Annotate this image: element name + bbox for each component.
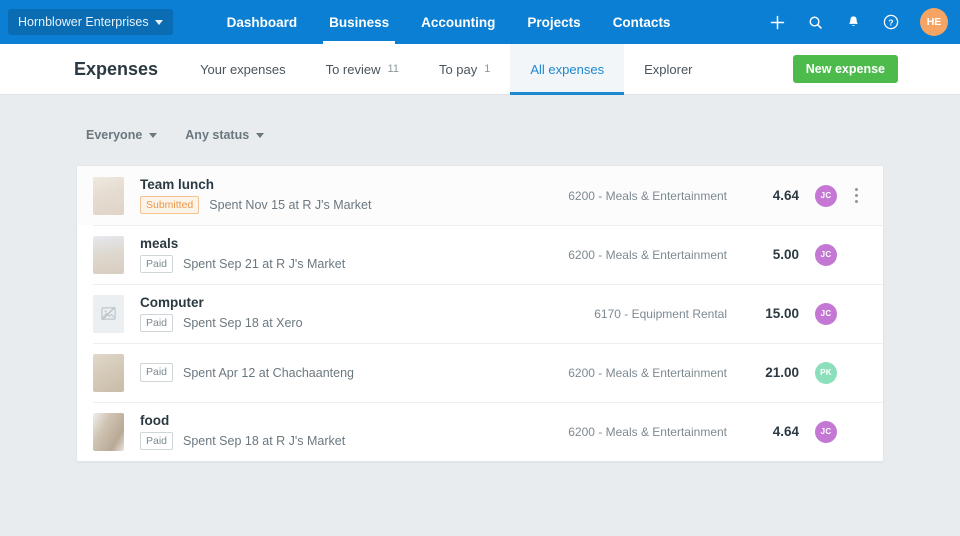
status-badge: Paid bbox=[140, 432, 173, 451]
filter-any-status[interactable]: Any status bbox=[185, 128, 264, 142]
expense-row[interactable]: meals Paid Spent Sep 21 at R J's Market 620… bbox=[77, 225, 883, 284]
chevron-down-icon bbox=[155, 20, 163, 25]
assignee-avatar[interactable]: PK bbox=[815, 362, 837, 384]
assignee-avatar[interactable]: JC bbox=[815, 244, 837, 266]
expense-account: 6200 - Meals & Entertainment bbox=[568, 248, 727, 262]
filter-bar: Everyone Any status bbox=[0, 95, 960, 151]
org-switcher[interactable]: Hornblower Enterprises bbox=[8, 9, 173, 35]
expense-subline: Submitted Spent Nov 15 at R J's Market bbox=[140, 196, 568, 215]
tab-explorer[interactable]: Explorer bbox=[624, 44, 712, 94]
top-bar-actions: ? HE bbox=[760, 5, 960, 39]
receipt-thumbnail bbox=[93, 354, 124, 392]
expense-amount: 5.00 bbox=[745, 247, 799, 262]
expense-details: food Paid Spent Sep 18 at R J's Market bbox=[140, 413, 568, 451]
expense-title: Team lunch bbox=[140, 177, 568, 193]
receipt-thumbnail bbox=[93, 177, 124, 215]
expense-details: Computer Paid Spent Sep 18 at Xero bbox=[140, 295, 594, 333]
expense-account: 6200 - Meals & Entertainment bbox=[568, 366, 727, 380]
expense-amount: 4.64 bbox=[745, 424, 799, 439]
sub-navigation-bar: Expenses Your expenses To review 11 To pay 1… bbox=[0, 44, 960, 95]
nav-item-contacts[interactable]: Contacts bbox=[597, 0, 687, 44]
search-icon[interactable] bbox=[798, 5, 832, 39]
nav-item-dashboard[interactable]: Dashboard bbox=[211, 0, 314, 44]
status-badge: Submitted bbox=[140, 196, 199, 215]
no-image-icon bbox=[93, 295, 124, 333]
expense-description: Spent Sep 18 at Xero bbox=[183, 316, 303, 330]
expense-description: Spent Apr 12 at Chachaanteng bbox=[183, 366, 354, 380]
tab-label: To pay bbox=[439, 62, 477, 77]
expense-amount: 21.00 bbox=[745, 365, 799, 380]
expense-account: 6200 - Meals & Entertainment bbox=[568, 425, 727, 439]
tab-to-pay[interactable]: To pay 1 bbox=[419, 44, 510, 94]
content-area: Everyone Any status Team lunch Submitted Sp… bbox=[0, 95, 960, 462]
avatar[interactable]: HE bbox=[920, 8, 948, 36]
expense-amount: 15.00 bbox=[745, 306, 799, 321]
expense-subline: Paid Spent Sep 21 at R J's Market bbox=[140, 255, 568, 274]
tab-label: All expenses bbox=[530, 62, 604, 77]
assignee-avatar[interactable]: JC bbox=[815, 185, 837, 207]
filter-label: Everyone bbox=[86, 128, 142, 142]
expense-details: Team lunch Submitted Spent Nov 15 at R J's… bbox=[140, 177, 568, 215]
help-icon[interactable]: ? bbox=[874, 5, 908, 39]
receipt-thumbnail bbox=[93, 236, 124, 274]
expense-tabs: Your expenses To review 11 To pay 1 All expen… bbox=[180, 44, 712, 94]
expense-details: Paid Spent Apr 12 at Chachaanteng bbox=[140, 363, 568, 382]
expense-description: Spent Sep 21 at R J's Market bbox=[183, 257, 345, 271]
tab-all-expenses[interactable]: All expenses bbox=[510, 44, 624, 94]
status-badge: Paid bbox=[140, 314, 173, 333]
expense-title: Computer bbox=[140, 295, 594, 311]
tab-label: To review bbox=[326, 62, 381, 77]
assignee-avatar[interactable]: JC bbox=[815, 421, 837, 443]
plus-icon[interactable] bbox=[760, 5, 794, 39]
expense-account: 6200 - Meals & Entertainment bbox=[568, 189, 727, 203]
chevron-down-icon bbox=[149, 133, 157, 138]
assignee-avatar[interactable]: JC bbox=[815, 303, 837, 325]
chevron-down-icon bbox=[256, 133, 264, 138]
bell-icon[interactable] bbox=[836, 5, 870, 39]
primary-nav: DashboardBusinessAccountingProjectsConta… bbox=[211, 0, 687, 44]
tab-your-expenses[interactable]: Your expenses bbox=[180, 44, 306, 94]
filter-everyone[interactable]: Everyone bbox=[86, 128, 157, 142]
nav-item-accounting[interactable]: Accounting bbox=[405, 0, 511, 44]
status-badge: Paid bbox=[140, 255, 173, 274]
filter-label: Any status bbox=[185, 128, 249, 142]
new-expense-button[interactable]: New expense bbox=[793, 55, 898, 83]
svg-text:?: ? bbox=[888, 17, 893, 27]
expense-subline: Paid Spent Apr 12 at Chachaanteng bbox=[140, 363, 568, 382]
page-title: Expenses bbox=[0, 44, 180, 94]
tab-label: Your expenses bbox=[200, 62, 286, 77]
expense-description: Spent Nov 15 at R J's Market bbox=[209, 198, 371, 212]
expense-subline: Paid Spent Sep 18 at Xero bbox=[140, 314, 594, 333]
expense-row[interactable]: Paid Spent Apr 12 at Chachaanteng 6200 - M… bbox=[77, 343, 883, 402]
tab-to-review[interactable]: To review 11 bbox=[306, 44, 419, 94]
top-navigation-bar: Hornblower Enterprises DashboardBusiness… bbox=[0, 0, 960, 44]
expense-subline: Paid Spent Sep 18 at R J's Market bbox=[140, 432, 568, 451]
expenses-list-card: Team lunch Submitted Spent Nov 15 at R J's… bbox=[76, 165, 884, 462]
nav-item-business[interactable]: Business bbox=[313, 0, 405, 44]
expense-account: 6170 - Equipment Rental bbox=[594, 307, 727, 321]
tab-label: Explorer bbox=[644, 62, 692, 77]
expense-row[interactable]: Computer Paid Spent Sep 18 at Xero 6170 - E… bbox=[77, 284, 883, 343]
receipt-thumbnail bbox=[93, 413, 124, 451]
expense-description: Spent Sep 18 at R J's Market bbox=[183, 434, 345, 448]
expense-title: food bbox=[140, 413, 568, 429]
expense-title: meals bbox=[140, 236, 568, 252]
tab-count-badge: 11 bbox=[388, 63, 399, 75]
row-menu-icon[interactable] bbox=[843, 188, 869, 203]
nav-item-projects[interactable]: Projects bbox=[511, 0, 596, 44]
expense-row[interactable]: Team lunch Submitted Spent Nov 15 at R J's… bbox=[77, 166, 883, 225]
tab-count-badge: 1 bbox=[484, 63, 490, 75]
expense-details: meals Paid Spent Sep 21 at R J's Market bbox=[140, 236, 568, 274]
expense-amount: 4.64 bbox=[745, 188, 799, 203]
expense-row[interactable]: food Paid Spent Sep 18 at R J's Market 6200… bbox=[77, 402, 883, 461]
status-badge: Paid bbox=[140, 363, 173, 382]
org-name-label: Hornblower Enterprises bbox=[18, 15, 149, 29]
